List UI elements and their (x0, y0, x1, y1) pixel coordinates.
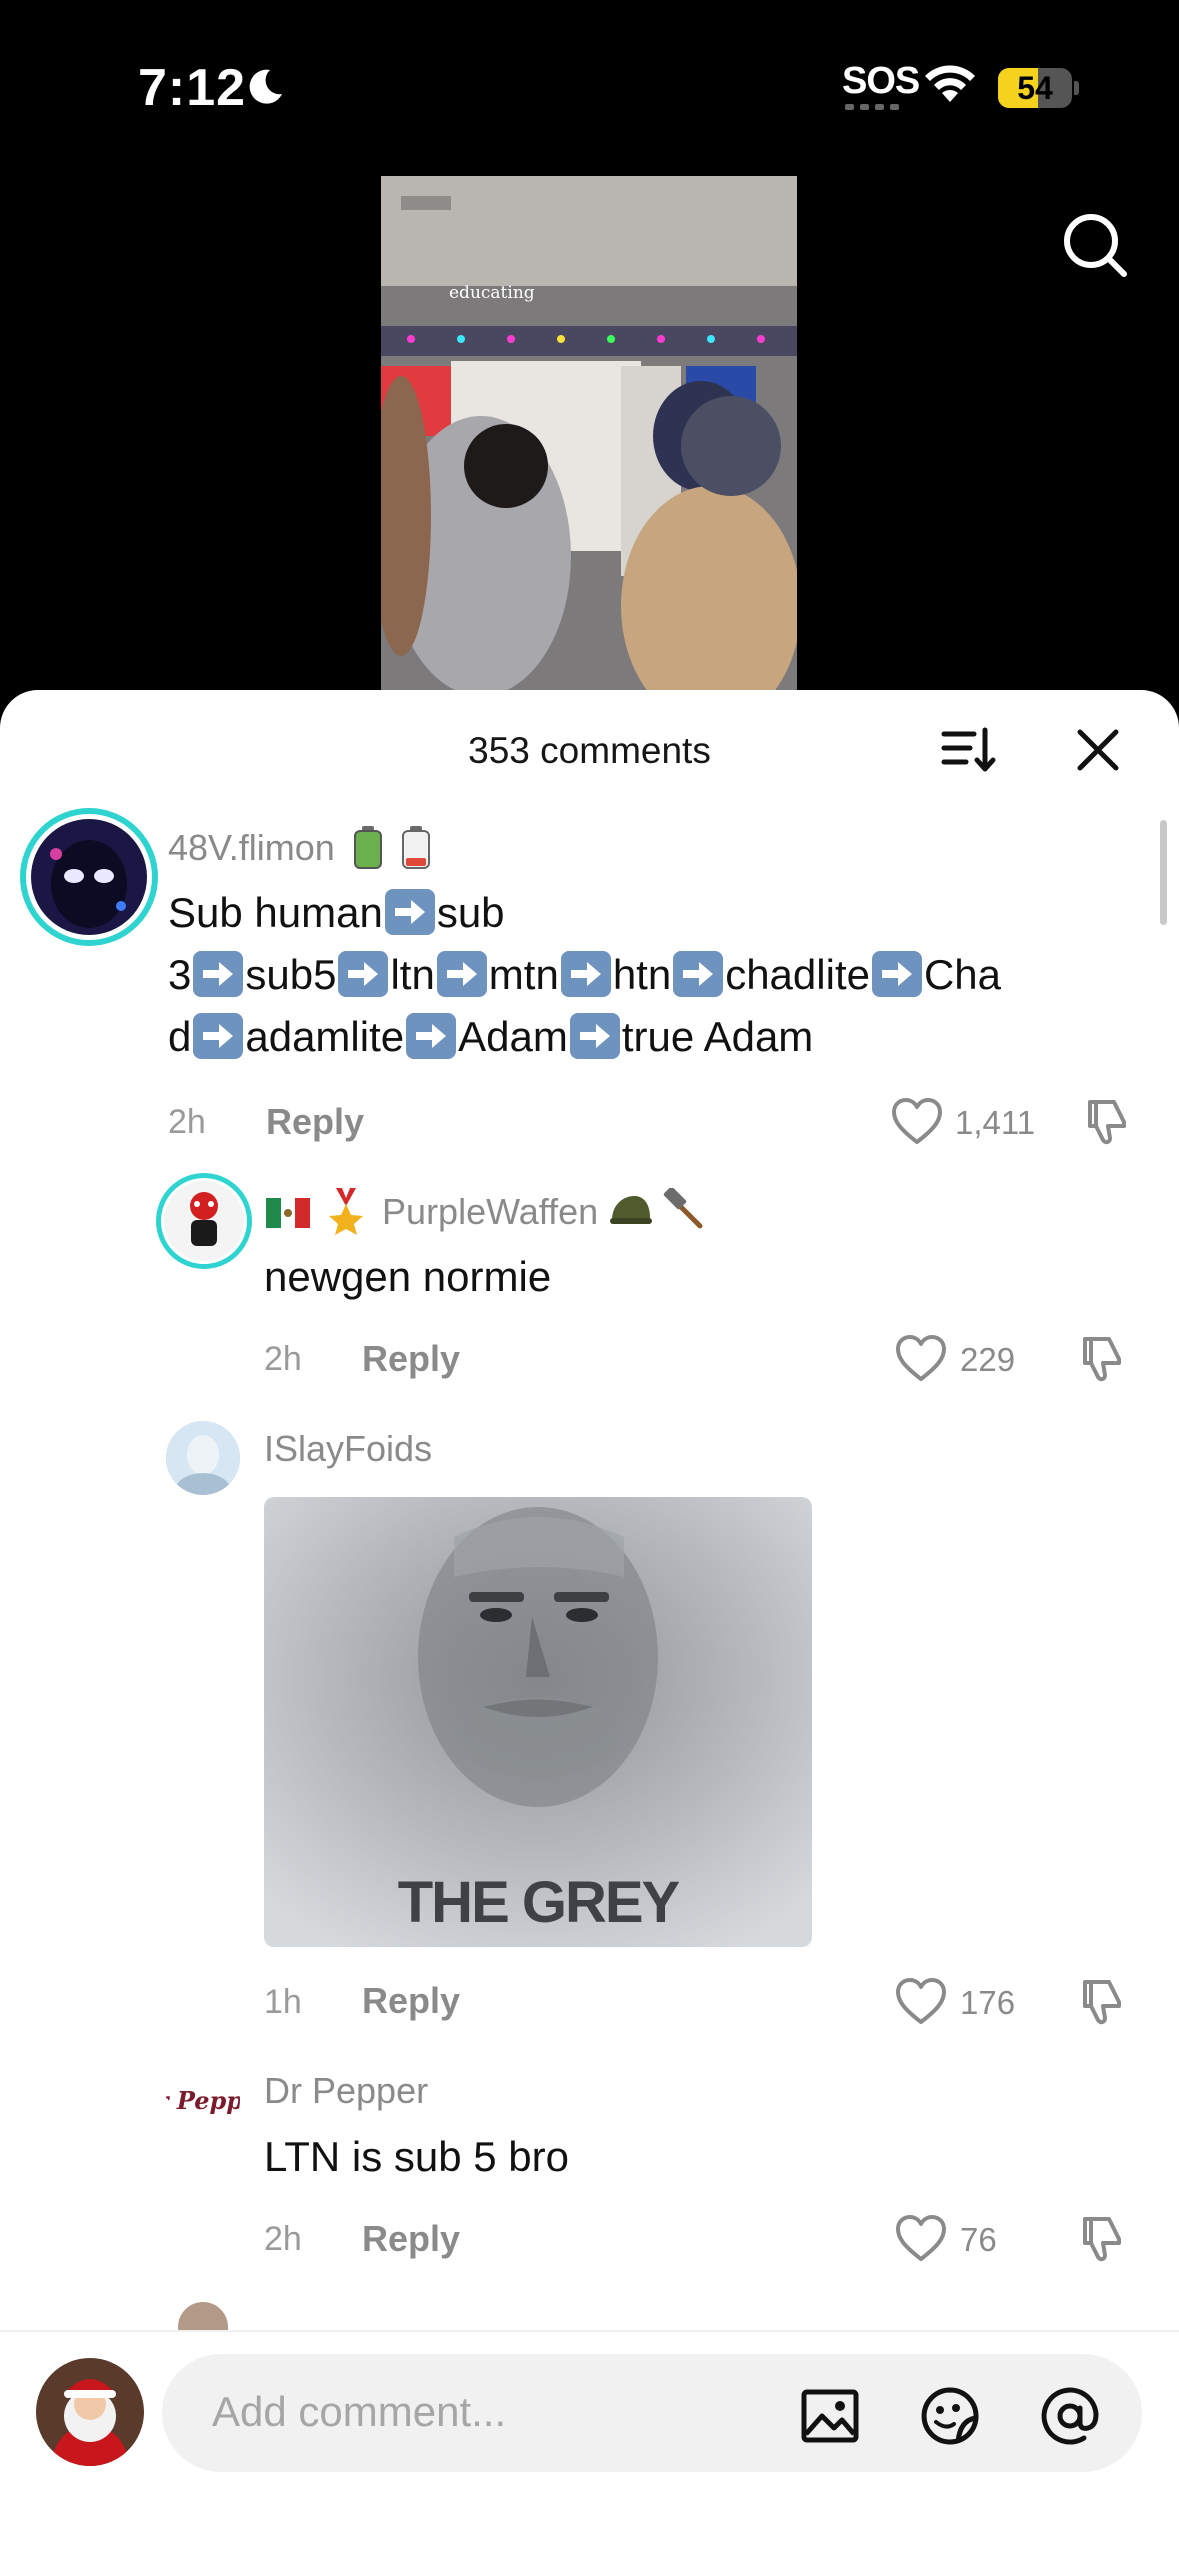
right-arrow-emoji-icon (193, 951, 244, 997)
comment: 48V.flimon Sub human sub 3 sub5 ltn mtn htn ch… (0, 690, 1179, 1060)
status-bar: 7:12 SOS 54 (0, 0, 1179, 170)
at-icon[interactable] (1038, 2384, 1102, 2448)
status-time: 7:12 (138, 59, 247, 117)
right-arrow-emoji-icon (569, 1013, 620, 1059)
comment-text: Sub human sub 3 sub5 ltn mtn htn chadlite Cha d… (168, 889, 1002, 1060)
battery-percent: 54 (1017, 70, 1053, 106)
avatar[interactable] (20, 808, 158, 946)
comments-sheet: 353 comments 48V.flimon Sub human sub 3 … (0, 690, 1179, 2556)
sticker-icon[interactable] (918, 2384, 982, 2448)
battery-low-emoji-icon (401, 826, 430, 869)
video-frame: educating (381, 176, 797, 690)
right-arrow-emoji-icon (436, 951, 487, 997)
comment-username[interactable]: 48V.flimon (168, 824, 433, 870)
wifi-icon (925, 65, 975, 102)
comment-input[interactable]: Add comment... (162, 2354, 1142, 2472)
right-arrow-emoji-icon (673, 951, 724, 997)
my-avatar[interactable] (36, 2358, 144, 2466)
right-arrow-emoji-icon (560, 951, 611, 997)
right-arrow-emoji-icon (406, 1013, 457, 1059)
sos-label: SOS (842, 60, 920, 102)
comment-input-placeholder: Add comment... (212, 2388, 507, 2435)
battery-full-emoji-icon (353, 826, 382, 869)
right-arrow-emoji-icon (193, 1013, 244, 1059)
video-player[interactable]: educating (0, 170, 1179, 700)
comment-input-bar: Add comment... (0, 2330, 1179, 2556)
video-caption: educating (449, 283, 535, 303)
signal-dots (845, 104, 905, 110)
moon-icon (249, 69, 282, 104)
right-arrow-emoji-icon (384, 889, 435, 935)
right-arrow-emoji-icon (871, 951, 922, 997)
right-arrow-emoji-icon (338, 951, 389, 997)
video-thumbnail[interactable]: educating (381, 176, 797, 690)
battery-indicator: 54 (998, 68, 1080, 108)
search-icon[interactable] (1060, 210, 1130, 280)
image-icon[interactable] (798, 2384, 862, 2448)
